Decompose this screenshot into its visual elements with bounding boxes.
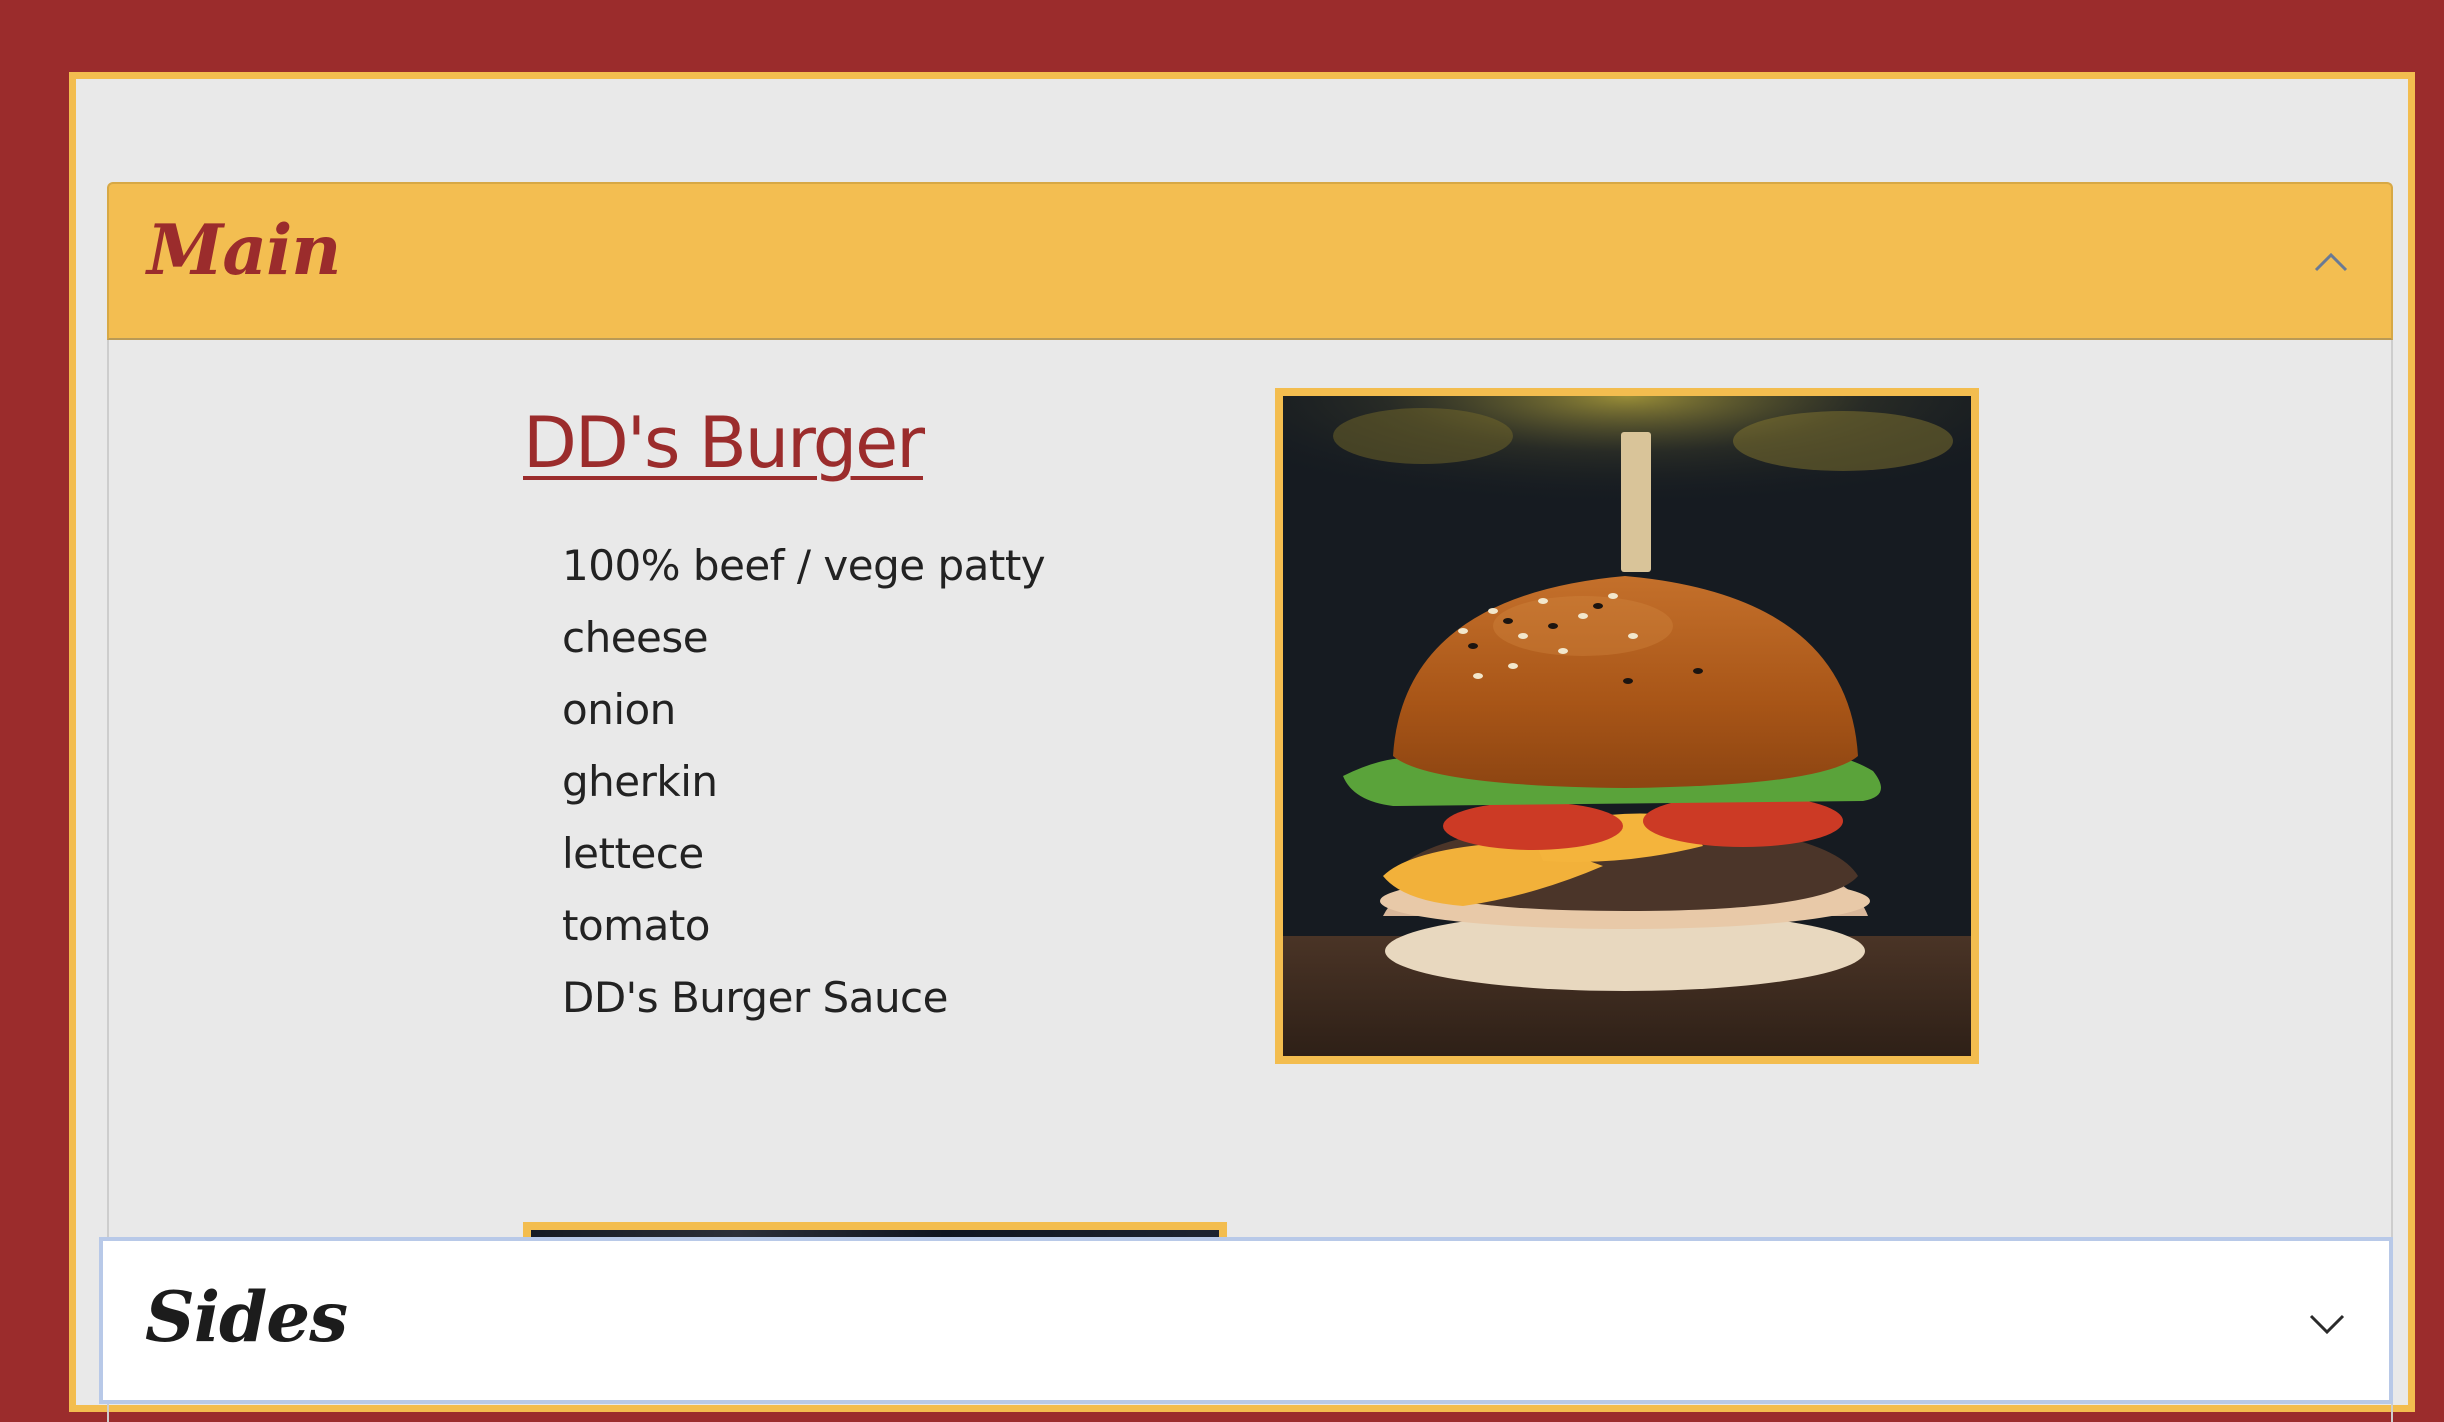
accordion-header-main[interactable]: Main (107, 182, 2393, 340)
ingredient-item: onion (562, 685, 676, 734)
menu-page: Main DD's Burger 100% beef / vege patty … (69, 72, 2415, 1422)
ingredient-item: 100% beef / vege patty (562, 541, 1046, 590)
ingredient-item: lettece (562, 829, 704, 878)
ingredient-item: gherkin (562, 757, 718, 806)
chevron-up-icon[interactable] (2314, 250, 2348, 272)
burger-illustration (1283, 396, 1971, 1056)
accordion-header-sides[interactable]: Sides (99, 1237, 2393, 1404)
ingredient-item: DD's Burger Sauce (562, 973, 949, 1022)
burger-photo (1275, 388, 1979, 1064)
chevron-down-icon[interactable] (2309, 1313, 2345, 1335)
menu-item-title-link[interactable]: DD's Burger (523, 402, 925, 484)
ingredient-list: 100% beef / vege patty cheese onion gher… (562, 530, 1046, 1034)
menu-accordion: Main DD's Burger 100% beef / vege patty … (107, 182, 2393, 1422)
ingredient-item: cheese (562, 613, 709, 662)
ingredient-item: tomato (562, 901, 710, 950)
sides-section-title: Sides (145, 1277, 348, 1358)
main-section-title: Main (147, 210, 341, 291)
